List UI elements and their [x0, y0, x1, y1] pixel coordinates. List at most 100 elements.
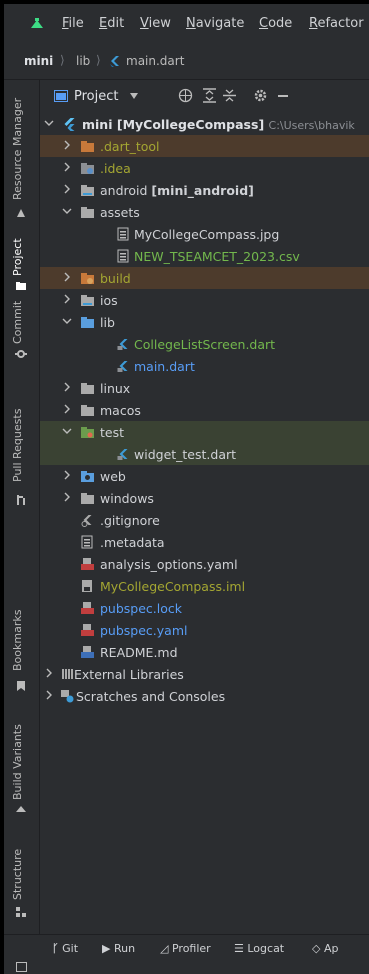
- tree-item-build[interactable]: build: [40, 267, 369, 289]
- chevron-right-icon[interactable]: [62, 492, 72, 502]
- menu-file[interactable]: File: [62, 16, 84, 31]
- chevron-right-icon[interactable]: [62, 382, 72, 392]
- tree-item-external-libraries[interactable]: External Libraries: [40, 663, 369, 685]
- ide-window: File Edit View Navigate Code Refactor mi…: [4, 4, 369, 974]
- pull-requests-icon[interactable]: [15, 494, 27, 506]
- text-file-icon: [117, 249, 129, 263]
- module-folder-icon: [81, 185, 94, 196]
- breadcrumb-root[interactable]: mini: [24, 54, 53, 68]
- chevron-right-icon[interactable]: [44, 690, 54, 700]
- tree-item-ios[interactable]: ios: [40, 289, 369, 311]
- tree-item-widget-test[interactable]: widget_test.dart: [40, 443, 369, 465]
- menu-refactor[interactable]: Refactor: [309, 16, 364, 31]
- tree-item-jpg[interactable]: MyCollegeCompass.jpg: [40, 223, 369, 245]
- folder-icon: [81, 383, 94, 394]
- tree-item-csv[interactable]: NEW_TSEAMCET_2023.csv: [40, 245, 369, 267]
- chevron-right-icon[interactable]: [62, 272, 72, 282]
- chevron-right-icon[interactable]: [62, 404, 72, 414]
- tree-item-gitignore[interactable]: .gitignore: [40, 509, 369, 531]
- git-tab[interactable]: ᚴ Git: [52, 942, 78, 955]
- tree-item-main-dart[interactable]: main.dart: [40, 355, 369, 377]
- tree-item-windows[interactable]: windows: [40, 487, 369, 509]
- tree-root[interactable]: mini [MyCollegeCompass] C:\Users\bhavik: [40, 113, 369, 135]
- chevron-right-icon[interactable]: [62, 470, 72, 480]
- library-icon: [62, 669, 73, 679]
- menu-navigate[interactable]: Navigate: [186, 16, 244, 31]
- dart-file-icon: [117, 361, 128, 372]
- bookmark-icon[interactable]: [15, 680, 27, 692]
- breadcrumb-lib[interactable]: lib: [76, 54, 90, 68]
- tree-item-android[interactable]: android [mini_android]: [40, 179, 369, 201]
- tree-item-macos[interactable]: macos: [40, 399, 369, 421]
- breadcrumb-file[interactable]: main.dart: [126, 54, 184, 68]
- chevron-right-icon[interactable]: [62, 184, 72, 194]
- chevron-down-icon[interactable]: [62, 316, 72, 326]
- profiler-icon: ◿: [160, 942, 169, 955]
- minimize-icon[interactable]: [278, 95, 288, 97]
- run-tab[interactable]: ▶ Run: [102, 942, 135, 955]
- breadcrumb-separator: ⟩: [60, 53, 65, 67]
- chevron-right-icon[interactable]: [62, 294, 72, 304]
- logcat-tab[interactable]: ☰ Logcat: [234, 942, 284, 955]
- structure-tab[interactable]: Structure: [11, 849, 24, 900]
- chevron-down-icon[interactable]: [44, 118, 54, 128]
- bottom-tool-bar: ᚴ Git ▶ Run ◿ Profiler ☰ Logcat ◇ Ap: [4, 934, 369, 963]
- structure-icon[interactable]: [15, 906, 27, 918]
- tree-item-metadata[interactable]: .metadata: [40, 531, 369, 553]
- chevron-right-icon[interactable]: [44, 668, 54, 678]
- collapse-all-icon[interactable]: [223, 88, 236, 103]
- chevron-down-icon[interactable]: [62, 206, 72, 216]
- web-folder-icon: [81, 471, 94, 482]
- source-folder-icon: [81, 317, 94, 328]
- dart-file-icon: [117, 339, 128, 350]
- tree-item-idea[interactable]: .idea: [40, 157, 369, 179]
- app-inspection-icon: ◇: [312, 942, 321, 955]
- bookmarks-tab[interactable]: Bookmarks: [11, 610, 24, 671]
- tree-item-college-list-screen[interactable]: CollegeListScreen.dart: [40, 333, 369, 355]
- tree-item-readme[interactable]: README.md: [40, 641, 369, 663]
- project-view-selector[interactable]: Project: [74, 89, 118, 104]
- profiler-tab[interactable]: ◿ Profiler: [160, 942, 211, 955]
- config-folder-icon: [81, 163, 94, 174]
- excluded-folder-icon: [81, 273, 94, 284]
- play-icon: ▶: [102, 942, 111, 955]
- tree-item-scratches[interactable]: Scratches and Consoles: [40, 685, 369, 707]
- tree-item-web[interactable]: web: [40, 465, 369, 487]
- build-variants-icon[interactable]: [15, 802, 27, 814]
- tree-item-lib[interactable]: lib: [40, 311, 369, 333]
- window-icon[interactable]: [16, 962, 27, 972]
- project-tab[interactable]: Project: [11, 238, 24, 276]
- excluded-folder-icon: [81, 141, 94, 152]
- chevron-down-icon[interactable]: [130, 93, 138, 99]
- breadcrumb-separator: ⟩: [96, 53, 101, 67]
- tree-item-linux[interactable]: linux: [40, 377, 369, 399]
- menu-bar: File Edit View Navigate Code Refactor: [4, 4, 369, 44]
- gear-icon[interactable]: [253, 88, 268, 103]
- locate-file-icon[interactable]: [178, 88, 193, 103]
- tree-item-pubspec-yaml[interactable]: pubspec.yaml: [40, 619, 369, 641]
- resource-manager-icon[interactable]: [15, 206, 27, 218]
- tree-item-iml[interactable]: MyCollegeCompass.iml: [40, 575, 369, 597]
- chevron-right-icon[interactable]: [62, 140, 72, 150]
- tool-window-strip: Resource Manager Project Commit Pull Req…: [4, 80, 40, 974]
- menu-view[interactable]: View: [140, 16, 171, 31]
- pull-requests-tab[interactable]: Pull Requests: [11, 409, 24, 482]
- commit-tab[interactable]: Commit: [11, 301, 24, 344]
- tree-item-assets[interactable]: assets: [40, 201, 369, 223]
- app-inspection-tab[interactable]: ◇ Ap: [312, 942, 338, 955]
- tree-item-pubspec-lock[interactable]: pubspec.lock: [40, 597, 369, 619]
- chevron-down-icon[interactable]: [62, 426, 72, 436]
- menu-edit[interactable]: Edit: [99, 16, 124, 31]
- git-branch-icon: ᚴ: [52, 942, 59, 955]
- project-panel-header: Project: [40, 80, 369, 112]
- resource-manager-tab[interactable]: Resource Manager: [11, 98, 24, 200]
- tree-item-analysis-options[interactable]: analysis_options.yaml: [40, 553, 369, 575]
- expand-all-icon[interactable]: [203, 88, 216, 103]
- tree-item-test[interactable]: test: [40, 421, 369, 443]
- tree-item-dart-tool[interactable]: .dart_tool: [40, 135, 369, 157]
- build-variants-tab[interactable]: Build Variants: [11, 724, 24, 800]
- commit-icon[interactable]: [15, 348, 27, 360]
- folder-icon[interactable]: [15, 280, 27, 292]
- menu-code[interactable]: Code: [259, 16, 292, 31]
- chevron-right-icon[interactable]: [62, 162, 72, 172]
